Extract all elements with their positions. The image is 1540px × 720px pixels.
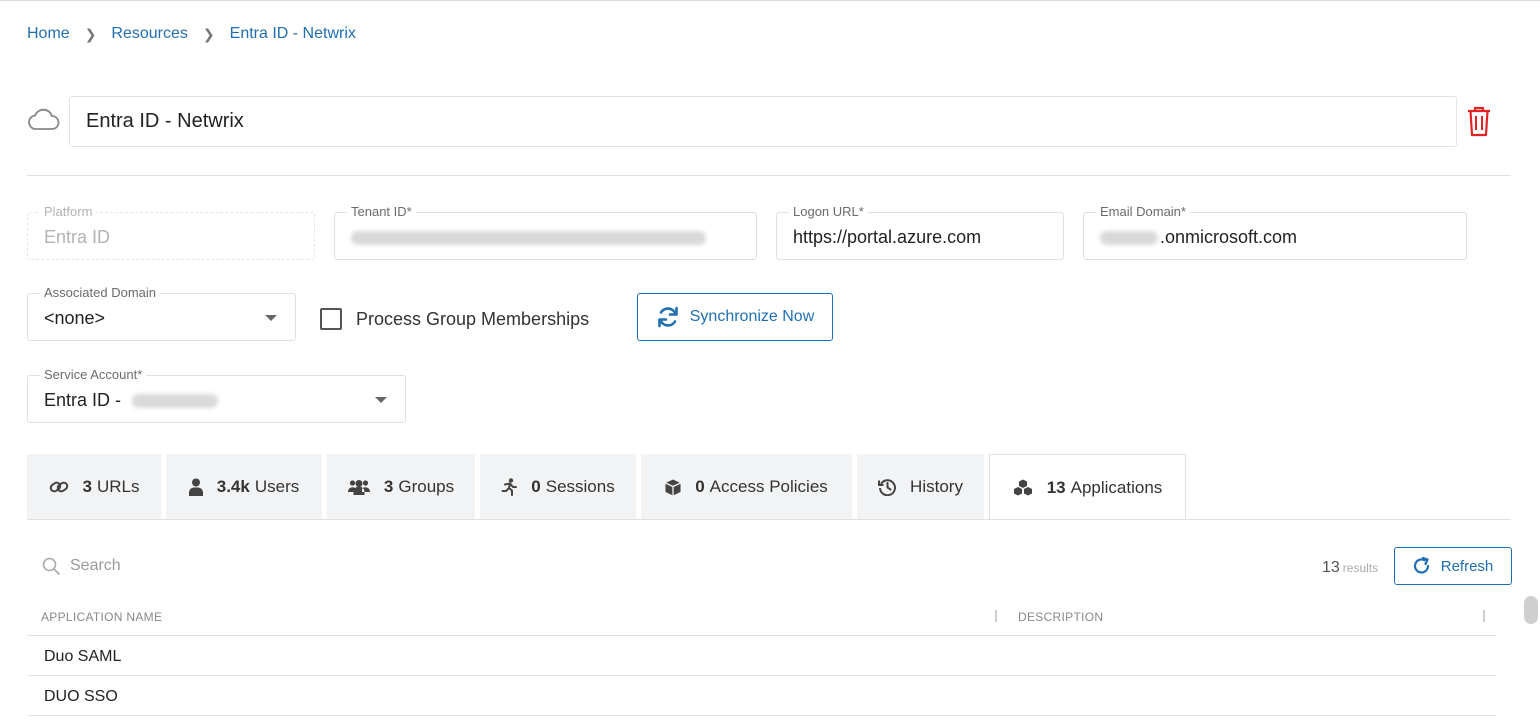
tab-urls[interactable]: 3 URLs <box>27 454 161 520</box>
tab-urls-count: 3 <box>82 477 92 496</box>
breadcrumb-home-link[interactable]: Home <box>27 25 70 43</box>
synchronize-now-button[interactable]: Synchronize Now <box>637 293 833 341</box>
refresh-button[interactable]: Refresh <box>1394 547 1512 585</box>
tenant-id-value-redacted <box>351 227 706 248</box>
logon-url-value: https://portal.azure.com <box>793 227 982 247</box>
search-placeholder: Search <box>70 557 121 574</box>
cloud-icon <box>28 108 60 130</box>
users-icon <box>347 480 370 495</box>
service-account-prefix: Entra ID - <box>44 390 127 410</box>
tab-groups-label: Groups <box>398 477 455 496</box>
tab-sessions-label: Sessions <box>545 477 615 496</box>
tab-applications-label: Applications <box>1070 477 1163 497</box>
breadcrumb-chevron-icon: ❯ <box>84 25 97 42</box>
service-account-label: Service Account* <box>40 367 147 382</box>
synchronize-now-label: Synchronize Now <box>689 308 815 325</box>
application-name-cell: Duo SAML <box>44 648 122 665</box>
tab-sessions[interactable]: 0 Sessions <box>480 454 636 520</box>
breadcrumb-chevron-icon: ❯ <box>202 25 215 42</box>
checkbox-icon[interactable] <box>320 308 342 330</box>
running-icon <box>501 478 518 496</box>
platform-value: Entra ID <box>44 227 111 247</box>
results-number: 13 <box>1322 559 1340 576</box>
tab-bar: 3 URLs 3.4k Users 3 Groups 0 Sessions 0 Acces… <box>27 454 1191 520</box>
tab-users[interactable]: 3.4k Users <box>166 454 322 520</box>
breadcrumb-current[interactable]: Entra ID - Netwrix <box>230 25 356 43</box>
search-input[interactable]: Search <box>42 557 121 575</box>
sync-icon <box>657 306 678 328</box>
column-header-application-name[interactable]: APPLICATION NAME <box>41 610 162 624</box>
link-icon <box>49 481 68 493</box>
platform-field: Platform Entra ID <box>27 204 315 260</box>
application-name-cell: DUO SSO <box>44 688 118 705</box>
table-row[interactable]: DUO SSO <box>27 676 1496 716</box>
breadcrumb-resources-link[interactable]: Resources <box>111 25 187 43</box>
tab-users-label: Users <box>254 477 300 496</box>
results-count: 13 results <box>1322 559 1378 577</box>
header-divider <box>27 175 1511 176</box>
logon-url-field[interactable]: Logon URL* https://portal.azure.com <box>776 204 1064 260</box>
tab-applications-count: 13 <box>1046 477 1066 497</box>
email-domain-suffix: .onmicrosoft.com <box>1160 227 1298 247</box>
column-resize-handle[interactable] <box>1483 610 1485 622</box>
tab-underline <box>27 519 1511 520</box>
history-icon <box>878 479 897 496</box>
caret-down-icon <box>375 397 387 403</box>
tab-groups[interactable]: 3 Groups <box>327 454 475 520</box>
resource-name-input[interactable]: Entra ID - Netwrix <box>69 96 1457 147</box>
logon-url-label: Logon URL* <box>789 204 868 219</box>
tab-urls-label: URLs <box>96 477 140 496</box>
table-header: APPLICATION NAME DESCRIPTION <box>27 598 1496 636</box>
tab-users-count: 3.4k <box>216 477 250 496</box>
tab-applications[interactable]: 13 Applications <box>989 454 1186 520</box>
service-account-select[interactable]: Service Account* Entra ID - <box>27 367 406 423</box>
results-label: results <box>1342 561 1379 575</box>
tab-groups-count: 3 <box>383 477 394 496</box>
user-icon <box>188 478 203 496</box>
tab-sessions-count: 0 <box>531 477 541 496</box>
column-resize-handle[interactable] <box>995 610 997 622</box>
associated-domain-value: <none> <box>44 308 106 328</box>
process-group-memberships-label: Process Group Memberships <box>356 308 590 329</box>
tab-access-policies[interactable]: 0 Access Policies <box>641 454 852 520</box>
scrollbar-thumb[interactable] <box>1524 596 1538 624</box>
tab-history[interactable]: History <box>857 454 984 520</box>
search-icon <box>42 557 60 575</box>
refresh-icon <box>1413 557 1429 574</box>
tab-access-policies-label: Access Policies <box>709 477 828 496</box>
column-header-description[interactable]: DESCRIPTION <box>1018 610 1103 624</box>
platform-label: Platform <box>40 204 97 219</box>
top-border <box>0 0 1540 1</box>
associated-domain-label: Associated Domain <box>40 285 160 300</box>
service-account-value: Entra ID - <box>44 390 219 411</box>
associated-domain-select[interactable]: Associated Domain <none> <box>27 285 296 341</box>
breadcrumb: Home ❯ Resources ❯ Entra ID - Netwrix <box>27 25 356 43</box>
tab-history-label: History <box>910 477 963 496</box>
caret-down-icon <box>265 315 277 321</box>
trash-icon[interactable] <box>1466 105 1492 137</box>
tenant-id-label: Tenant ID* <box>347 204 416 219</box>
cube-icon <box>665 479 681 495</box>
tenant-id-field[interactable]: Tenant ID* <box>334 204 757 260</box>
applications-icon <box>1013 479 1032 495</box>
email-domain-field[interactable]: Email Domain* .onmicrosoft.com <box>1083 204 1467 260</box>
email-domain-label: Email Domain* <box>1096 204 1190 219</box>
table-row[interactable]: Duo SAML <box>27 636 1496 676</box>
process-group-memberships-toggle[interactable]: Process Group Memberships <box>320 308 589 330</box>
refresh-label: Refresh <box>1440 557 1494 575</box>
tab-access-policies-count: 0 <box>695 477 705 496</box>
email-domain-value: .onmicrosoft.com <box>1100 227 1297 248</box>
